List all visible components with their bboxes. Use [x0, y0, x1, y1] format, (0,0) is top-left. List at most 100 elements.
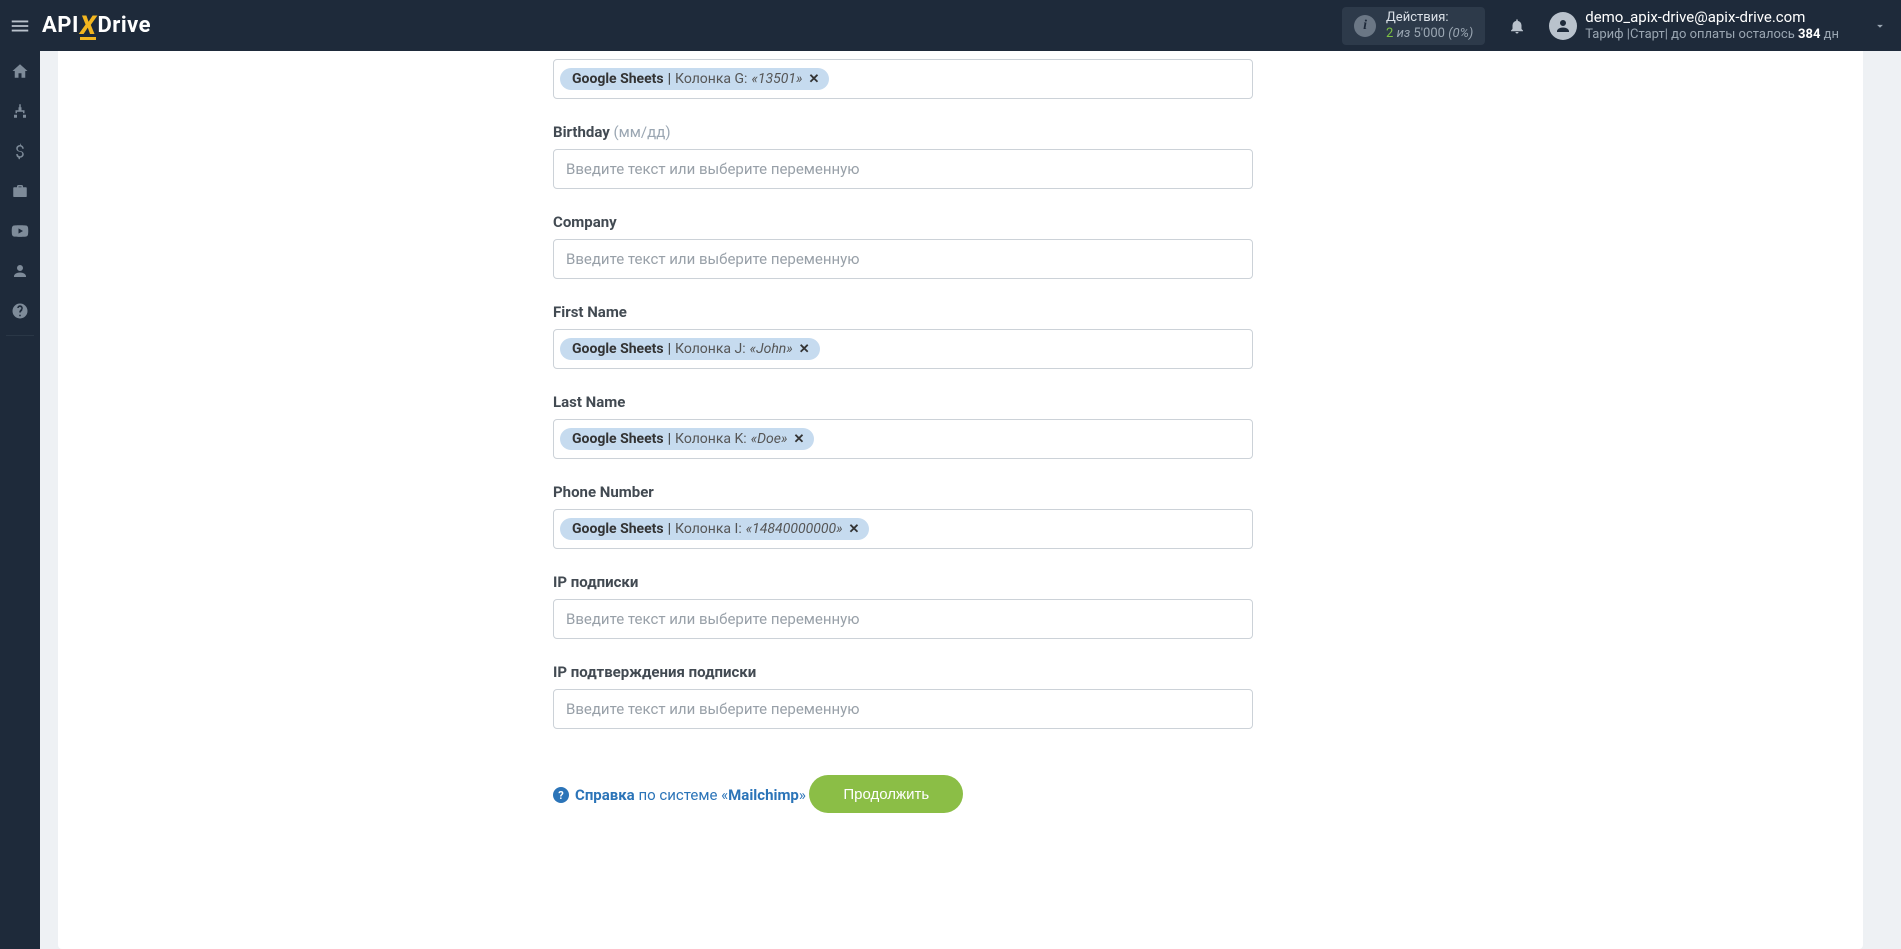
chip-column: Колонка G: [675, 71, 747, 87]
chip-remove-icon[interactable]: ✕ [849, 522, 860, 537]
tariff-suffix: дн [1820, 27, 1839, 42]
input-last_name[interactable]: Google Sheets | Колонка K: «Doe» ✕ [553, 419, 1253, 459]
sidebar-briefcase-icon[interactable] [0, 171, 40, 211]
field-label-first_name: First Name [553, 303, 1253, 321]
field-label-phone: Phone Number [553, 483, 1253, 501]
form-card: Google Sheets | Колонка G: «13501» ✕ Birth… [58, 51, 1863, 949]
field-label-ip_confirm: IP подтверждения подписки [553, 663, 1253, 681]
tariff-days: 384 [1798, 27, 1820, 42]
avatar[interactable] [1549, 12, 1577, 40]
placeholder-text: Введите текст или выберите переменную [560, 700, 860, 718]
form: Google Sheets | Колонка G: «13501» ✕ Birth… [553, 51, 1253, 843]
actions-text: Действия: 2 из 5'000 (0%) [1386, 10, 1473, 41]
sidebar-separator [6, 335, 34, 336]
chip-last_name[interactable]: Google Sheets | Колонка K: «Doe» ✕ [560, 428, 814, 450]
field-first_name: First Name Google Sheets | Колонка J: «Jo… [553, 303, 1253, 369]
chip-sep: | [668, 431, 671, 447]
chip-value: «Doe» [751, 431, 788, 447]
input-phone[interactable]: Google Sheets | Колонка I: «14840000000»… [553, 509, 1253, 549]
actions-pct: (0%) [1448, 26, 1473, 41]
input-first_name[interactable]: Google Sheets | Колонка J: «John» ✕ [553, 329, 1253, 369]
page-scroll[interactable]: Google Sheets | Колонка G: «13501» ✕ Birth… [40, 51, 1881, 949]
chip-value: «13501» [751, 71, 802, 87]
chip-address[interactable]: Google Sheets | Колонка G: «13501» ✕ [560, 68, 829, 90]
placeholder-text: Введите текст или выберите переменную [560, 610, 860, 628]
chip-column: Колонка J: [675, 341, 746, 357]
label-text: First Name [553, 303, 627, 321]
input-birthday[interactable]: Введите текст или выберите переменную [553, 149, 1253, 189]
continue-button[interactable]: Продолжить [809, 775, 963, 813]
bell-icon[interactable] [1503, 12, 1531, 40]
chip-source: Google Sheets [572, 431, 664, 447]
chip-value: «14840000000» [746, 521, 843, 537]
sidebar-home-icon[interactable] [0, 51, 40, 91]
chevron-down-icon[interactable] [1869, 0, 1891, 51]
actions-title: Действия: [1386, 10, 1473, 26]
chip-remove-icon[interactable]: ✕ [799, 342, 810, 357]
field-label-company: Company [553, 213, 1253, 231]
label-text: Phone Number [553, 483, 654, 501]
input-ip_confirm[interactable]: Введите текст или выберите переменную [553, 689, 1253, 729]
label-text: Birthday [553, 123, 610, 141]
sidebar-connections-icon[interactable] [0, 91, 40, 131]
chip-value: «John» [750, 341, 793, 357]
input-address[interactable]: Google Sheets | Колонка G: «13501» ✕ [553, 59, 1253, 99]
label-text: Company [553, 213, 617, 231]
field-label-ip_sub: IP подписки [553, 573, 1253, 591]
info-icon: i [1354, 15, 1376, 37]
field-last_name: Last Name Google Sheets | Колонка K: «Doe… [553, 393, 1253, 459]
help-link[interactable]: ? Справка по системе «Mailchimp» [553, 786, 806, 804]
actions-used: 2 [1386, 26, 1393, 41]
actions-total: 5'000 [1413, 26, 1445, 41]
hamburger-icon[interactable] [0, 0, 40, 51]
help-mid: по системе « [635, 786, 728, 804]
sidebar-billing-icon[interactable] [0, 131, 40, 171]
chip-column: Колонка K: [675, 431, 747, 447]
user-block[interactable]: demo_apix-drive@apix-drive.com Тариф |Ст… [1585, 8, 1839, 43]
label-text: IP подтверждения подписки [553, 663, 756, 681]
field-label-birthday: Birthday (мм/дд) [553, 123, 1253, 141]
placeholder-text: Введите текст или выберите переменную [560, 160, 860, 178]
chip-source: Google Sheets [572, 341, 664, 357]
sidebar-help-icon[interactable] [0, 291, 40, 331]
chip-remove-icon[interactable]: ✕ [793, 432, 804, 447]
help-icon: ? [553, 787, 569, 803]
label-hint: (мм/дд) [614, 123, 671, 141]
sidebar-user-icon[interactable] [0, 251, 40, 291]
chip-sep: | [668, 71, 671, 87]
label-text: Last Name [553, 393, 625, 411]
app-header: API X Drive i Действия: 2 из 5'000 (0%) … [0, 0, 1901, 51]
help-system: Mailchimp [728, 786, 799, 804]
chip-source: Google Sheets [572, 71, 664, 87]
field-address: Google Sheets | Колонка G: «13501» ✕ [553, 59, 1253, 99]
help-end: » [799, 786, 806, 804]
sidebar [0, 51, 40, 949]
tariff-prefix: Тариф |Старт| до оплаты осталось [1585, 27, 1798, 42]
field-ip_sub: IP подписки Введите текст или выберите пе… [553, 573, 1253, 639]
label-text: IP подписки [553, 573, 638, 591]
chip-first_name[interactable]: Google Sheets | Колонка J: «John» ✕ [560, 338, 820, 360]
user-tariff: Тариф |Старт| до оплаты осталось 384 дн [1585, 27, 1839, 43]
chip-sep: | [668, 521, 671, 537]
logo-api: API [42, 13, 79, 38]
chip-phone[interactable]: Google Sheets | Колонка I: «14840000000»… [560, 518, 869, 540]
chip-sep: | [668, 341, 671, 357]
placeholder-text: Введите текст или выберите переменную [560, 250, 860, 268]
chip-remove-icon[interactable]: ✕ [808, 72, 819, 87]
user-email: demo_apix-drive@apix-drive.com [1585, 8, 1839, 27]
field-ip_confirm: IP подтверждения подписки Введите текст и… [553, 663, 1253, 729]
input-ip_sub[interactable]: Введите текст или выберите переменную [553, 599, 1253, 639]
field-label-last_name: Last Name [553, 393, 1253, 411]
logo-x: X [80, 15, 97, 40]
actions-counter[interactable]: i Действия: 2 из 5'000 (0%) [1342, 7, 1485, 45]
field-company: Company Введите текст или выберите переме… [553, 213, 1253, 279]
field-phone: Phone Number Google Sheets | Колонка I: «… [553, 483, 1253, 549]
chip-column: Колонка I: [675, 521, 742, 537]
logo-drive: Drive [97, 13, 151, 38]
input-company[interactable]: Введите текст или выберите переменную [553, 239, 1253, 279]
logo[interactable]: API X Drive [42, 13, 151, 38]
help-label: Справка [575, 786, 635, 804]
chip-source: Google Sheets [572, 521, 664, 537]
actions-sep: из [1397, 26, 1411, 41]
sidebar-youtube-icon[interactable] [0, 211, 40, 251]
